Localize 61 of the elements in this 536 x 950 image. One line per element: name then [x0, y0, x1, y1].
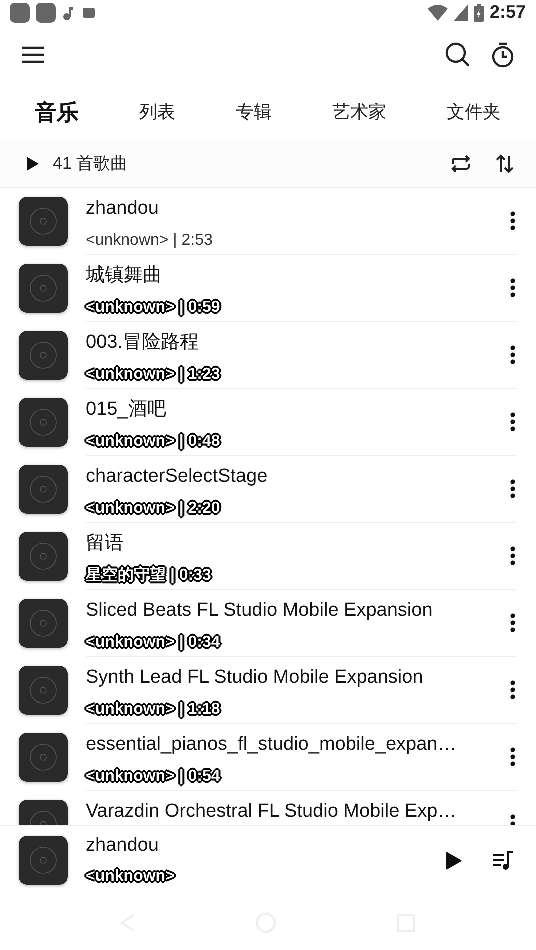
song-subtitle: <unknown> | 0:59 [86, 297, 223, 320]
song-subtitle: <unknown> | 0:34 [86, 632, 224, 654]
song-subtitle: <unknown> | 0:54 [86, 766, 224, 788]
repeat-button[interactable] [450, 154, 472, 172]
album-cover-icon [19, 398, 68, 447]
album-cover-icon [19, 666, 68, 715]
notification-icon [36, 2, 56, 22]
signal-icon [454, 4, 468, 20]
tab[interactable]: 艺术家 [332, 99, 386, 126]
song-title: Synth Lead FL Studio Mobile Expansion [86, 666, 424, 690]
song-count: 41 首歌曲 [53, 152, 128, 175]
song-title: 015_酒吧 [86, 398, 168, 422]
song-title: 留语 [86, 532, 125, 556]
album-cover-icon [19, 836, 68, 885]
song-title: zhandou [86, 197, 160, 221]
album-cover-icon [19, 264, 68, 313]
clock-time: 2:57 [490, 1, 526, 24]
song-title: Sliced Beats FL Studio Mobile Expansion [86, 599, 434, 623]
song-row[interactable]: characterSelectStage <unknown> | 2:20 [0, 456, 536, 523]
song-subtitle: 星空的守望 | 0:33 [86, 564, 510, 588]
album-cover-icon [19, 331, 68, 380]
song-row[interactable]: Sliced Beats FL Studio Mobile Expansion <unknown> | 0:34 [0, 590, 536, 657]
song-subtitle: <unknown> | 0:48 [86, 431, 223, 454]
play-button[interactable] [446, 852, 462, 870]
song-subtitle: <unknown> [86, 866, 178, 888]
song-row[interactable]: zhandou <unknown> | 2:53 [0, 188, 536, 255]
album-cover-icon [19, 532, 68, 581]
tab[interactable]: 音乐 [35, 96, 79, 129]
song-title: 城镇舞曲 [86, 264, 163, 288]
tab[interactable]: 文件夹 [447, 99, 501, 126]
song-row[interactable]: 留语 星空的守望 | 0:33 [0, 523, 536, 590]
music-note-icon [62, 4, 76, 20]
wifi-icon [428, 4, 448, 20]
song-title: essential_pianos_fl_studio_mobile_expan… [86, 733, 458, 757]
song-row[interactable]: essential_pianos_fl_studio_mobile_expan… <unknown> | 0:54 [0, 724, 536, 791]
play-icon[interactable] [27, 156, 39, 170]
song-row[interactable]: 003.冒险路程 <unknown> | 1:23 [0, 322, 536, 389]
song-subtitle: <unknown> | 2:53 [86, 230, 214, 250]
song-title: characterSelectStage [86, 465, 269, 489]
app-icon [82, 6, 96, 20]
song-title: Varazdin Orchestral FL Studio Mobile Exp… [86, 800, 458, 824]
album-cover-icon [19, 465, 68, 514]
song-row[interactable]: Synth Lead FL Studio Mobile Expansion <unknown> | 1:18 [0, 657, 536, 724]
song-subtitle: <unknown> | 1:18 [86, 699, 223, 722]
album-cover-icon [19, 197, 68, 246]
battery-icon [474, 4, 484, 22]
song-subtitle: <unknown> | 1:23 [86, 364, 223, 386]
tab[interactable]: 列表 [140, 99, 176, 126]
tab[interactable]: 专辑 [236, 99, 272, 126]
song-row[interactable]: 城镇舞曲 <unknown> | 0:59 [0, 255, 536, 322]
sort-button[interactable] [496, 154, 514, 174]
song-row[interactable]: 015_酒吧 <unknown> | 0:48 [0, 389, 536, 456]
notification-icon [10, 2, 30, 22]
album-cover-icon [19, 599, 68, 648]
song-title: 003.冒险路程 [86, 331, 200, 355]
album-cover-icon [19, 733, 68, 782]
now-playing-title: zhandou [86, 834, 160, 858]
playlist-button[interactable] [492, 850, 514, 870]
search-button[interactable] [444, 41, 472, 69]
timer-button[interactable] [490, 42, 516, 68]
song-subtitle: <unknown> | 2:20 [86, 498, 223, 520]
